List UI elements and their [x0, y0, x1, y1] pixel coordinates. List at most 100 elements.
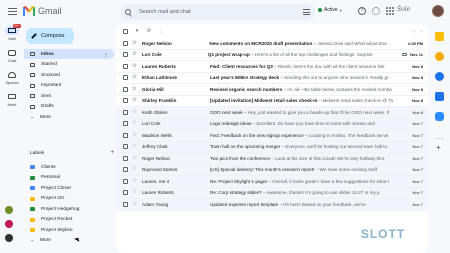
sidebar-item-label-clients[interactable]: Clients [24, 162, 114, 172]
email-row[interactable]: ☆ Gloria Hill Revised organic search numbe… [116, 84, 428, 96]
star-icon[interactable]: ☆ [132, 190, 138, 196]
compose-button[interactable]: Compose [26, 28, 74, 44]
email-date: Nov 8 [412, 75, 423, 81]
refresh-icon[interactable]: ⟳ [146, 28, 152, 34]
star-icon[interactable]: ☆ [132, 178, 138, 184]
star-icon[interactable]: ☆ [132, 109, 138, 115]
email-subject-line: [UX] Special delivery! This month's rese… [210, 167, 410, 172]
star-icon[interactable]: ☆ [132, 98, 138, 104]
row-checkbox[interactable] [123, 98, 128, 104]
sidebar-item-label-project-rocket[interactable]: Project Rocket [24, 215, 114, 225]
keep-icon[interactable] [435, 52, 444, 61]
star-icon[interactable]: ☆ [132, 75, 138, 81]
email-row[interactable]: ☆ Lori Cole Q1 project wrap-up – Here's a … [116, 49, 428, 61]
email-date: Nov 7 [412, 190, 423, 196]
star-icon[interactable]: ☆ [132, 167, 138, 173]
search-icon[interactable] [125, 9, 131, 15]
sidebar-item-label-project-clover[interactable]: Project Clover [24, 183, 114, 193]
tasks-icon[interactable] [435, 72, 444, 81]
sidebar-item-label-project-skyline[interactable]: Project Skyline [24, 225, 114, 235]
rail-item-spaces[interactable]: Spaces [2, 70, 22, 85]
search-bar[interactable]: Search mail and chat [120, 4, 315, 20]
row-checkbox[interactable] [123, 144, 128, 150]
star-icon[interactable]: ☆ [132, 40, 138, 46]
status-indicator[interactable]: Active ▾ [318, 7, 342, 13]
contact-avatar[interactable] [5, 206, 13, 214]
email-row[interactable]: ☆ Madison Wells Fwd: Feedback on the new s… [116, 130, 428, 142]
sidebar-item-starred[interactable]: Starred [24, 60, 114, 70]
row-checkbox[interactable] [123, 109, 128, 115]
calendar-icon[interactable] [435, 32, 444, 41]
row-checkbox[interactable] [123, 121, 128, 127]
row-checkbox[interactable] [123, 75, 128, 81]
star-icon[interactable]: ☆ [132, 144, 138, 150]
row-checkbox[interactable] [123, 86, 128, 92]
star-icon[interactable]: ☆ [132, 132, 138, 138]
sidebar-item-more[interactable]: ⌄ More [24, 112, 114, 122]
more-options-icon[interactable]: ⋮ [158, 28, 164, 34]
row-checkbox[interactable] [123, 40, 128, 46]
add-label-icon[interactable]: + [110, 150, 114, 156]
email-row[interactable]: ☆ Roger Nelson New comments on MCR2020 dra… [116, 38, 428, 50]
search-options-icon[interactable] [303, 9, 310, 15]
email-row[interactable]: ☆ Ethan Lattimore Last year's EMEA strateg… [116, 72, 428, 84]
search-input[interactable]: Search mail and chat [139, 9, 191, 15]
rail-item-mail[interactable]: 99+ Mail [2, 24, 22, 41]
star-icon[interactable]: ☆ [132, 121, 138, 127]
row-checkbox[interactable] [123, 132, 128, 138]
organization-logo[interactable]: Šole [397, 6, 410, 13]
sidebar-item-label-project-hedgehog[interactable]: Project Hedgehog [24, 204, 114, 214]
row-checkbox[interactable] [123, 155, 128, 161]
email-row[interactable]: ☆ Raymond Santos [UX] Special delivery! Th… [116, 164, 428, 176]
apps-grid-icon[interactable] [386, 7, 394, 15]
sidebar-item-inbox[interactable]: Inbox ⋮ [24, 49, 114, 59]
contacts-icon[interactable] [435, 92, 444, 101]
main-menu-icon[interactable] [8, 8, 17, 15]
star-icon[interactable]: ☆ [132, 86, 138, 92]
sidebar-item-sent[interactable]: Sent [24, 91, 114, 101]
row-checkbox[interactable] [123, 201, 128, 207]
label-tag-icon [30, 207, 35, 211]
star-icon[interactable]: ☆ [132, 155, 138, 161]
row-checkbox[interactable] [123, 52, 128, 58]
chevron-down-icon[interactable]: ▾ [134, 28, 140, 34]
avatar[interactable] [432, 5, 444, 17]
gmail-logo[interactable]: Gmail [23, 5, 62, 16]
email-row[interactable]: ☆ Lauren, me 4 Re: Project Skylight 1-page… [116, 176, 428, 188]
email-sender: Madison Wells [142, 132, 172, 138]
row-checkbox[interactable] [123, 167, 128, 173]
gear-icon[interactable] [372, 7, 380, 15]
sidebar-item-label-personal[interactable]: Personal [24, 173, 114, 183]
row-checkbox[interactable] [123, 178, 128, 184]
star-icon[interactable]: ☆ [132, 63, 138, 69]
star-icon[interactable]: ☆ [132, 52, 138, 58]
help-icon[interactable]: ? [358, 7, 366, 15]
chevron-right-icon[interactable]: › [421, 29, 423, 34]
email-row[interactable]: ☆ Keith Obrien OOO next week – Hey, just w… [116, 107, 428, 119]
contact-avatar[interactable] [5, 234, 13, 242]
email-row[interactable]: ☆ Lauren Roberts Fwd: Client resources for… [116, 61, 428, 73]
email-row[interactable]: ☆ Lauren Roberts Re: Corp strategy slides?… [116, 187, 428, 199]
add-app-icon[interactable]: + [436, 144, 441, 152]
email-row[interactable]: ☆ Lori Cole Logo redesign ideas – Excellen… [116, 118, 428, 130]
chevron-left-icon[interactable]: ‹ [414, 29, 416, 34]
rail-item-meet[interactable]: Meet [2, 92, 22, 107]
zoom-icon[interactable] [435, 112, 444, 121]
row-checkbox[interactable] [123, 63, 128, 69]
star-icon[interactable]: ☆ [132, 201, 138, 207]
row-checkbox[interactable] [123, 190, 128, 196]
sidebar-item-drafts[interactable]: Drafts [24, 102, 114, 112]
email-snippet: – Sending this out to anyone who missed … [279, 75, 389, 81]
rail-item-chat[interactable]: Chat [2, 48, 22, 63]
sidebar-item-label-project-orr[interactable]: Project Orr [24, 194, 114, 204]
email-row[interactable]: ☆ Shirley Franklin [Updated invitation] Mi… [116, 95, 428, 107]
email-row[interactable]: ☆ Adam Young Updated expense report templa… [116, 199, 428, 211]
email-row[interactable]: ☆ Roger Nelson Two pics from the conferenc… [116, 153, 428, 165]
attachment-icon[interactable] [402, 53, 408, 57]
sidebar-item-labels-more[interactable]: ⌄ More [24, 236, 114, 246]
select-all-checkbox[interactable] [123, 28, 128, 34]
email-row[interactable]: ☆ Jeffrey Clark Town hall on the upcoming … [116, 141, 428, 153]
sidebar-item-snoozed[interactable]: Snoozed [24, 70, 114, 80]
contact-avatar[interactable] [5, 220, 13, 228]
sidebar-item-important[interactable]: Important [24, 81, 114, 91]
